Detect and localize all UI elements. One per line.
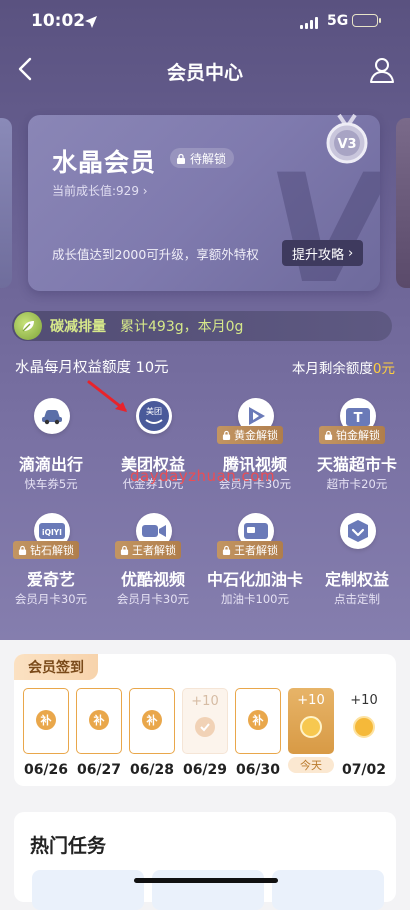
lock-status-label: 待解锁 xyxy=(190,151,227,166)
chevron-right-icon: › xyxy=(142,184,148,198)
benefit-sub: 加油卡100元 xyxy=(221,592,289,606)
benefit-tencent-video[interactable]: 黄金解锁 腾讯视频 会员月卡30元 xyxy=(204,396,306,506)
prev-level-card-peek[interactable] xyxy=(0,118,12,288)
today-label: 今天 xyxy=(288,757,334,773)
home-indicator[interactable] xyxy=(134,878,278,883)
checkin-panel: 会员签到 补 补 补 +10 补 +10 今天 +10 06/26 06/27 … xyxy=(14,654,396,786)
checkin-day: +10 xyxy=(182,688,228,754)
checkin-date: 06/30 xyxy=(235,762,281,778)
hot-tasks-title: 热门任务 xyxy=(30,835,107,857)
coin-icon xyxy=(300,716,322,738)
checkin-points: +10 xyxy=(297,693,325,708)
carbon-label: 碳减排量 xyxy=(50,319,106,335)
lock-icon xyxy=(222,430,231,440)
makeup-coin-icon: 补 xyxy=(89,710,109,730)
next-level-card-peek[interactable] xyxy=(396,118,410,288)
checkin-points: +10 xyxy=(350,693,378,708)
medal-level-text: V3 xyxy=(337,137,356,152)
benefit-name: 爱奇艺 xyxy=(26,570,75,589)
membership-level-title: 水晶会员 xyxy=(52,148,157,177)
benefit-iqiyi[interactable]: iQIYI 钻石解锁 爱奇艺 会员月卡30元 xyxy=(0,511,102,621)
benefit-name: 天猫超市卡 xyxy=(316,455,397,474)
coin-icon xyxy=(353,716,375,738)
benefit-name: 优酷视频 xyxy=(120,570,185,589)
benefit-sinopec[interactable]: 王者解锁 中石化加油卡 加油卡100元 xyxy=(204,511,306,621)
checkin-points: +10 xyxy=(191,694,219,709)
unlock-badge: 铂金解锁 xyxy=(319,426,385,444)
hot-tasks-panel: 热门任务 xyxy=(14,812,396,910)
checkin-date: 06/27 xyxy=(76,762,122,778)
checkin-day-today[interactable]: +10 xyxy=(288,688,334,754)
monthly-quota-title: 水晶每月权益额度 10元 xyxy=(15,360,169,376)
benefit-name: 滴滴出行 xyxy=(18,455,83,474)
custom-benefit-icon xyxy=(340,513,376,549)
benefit-sub: 快车券5元 xyxy=(24,477,78,491)
checkin-day[interactable]: 补 xyxy=(23,688,69,754)
nav-bar: 会员中心 xyxy=(0,48,410,92)
car-icon xyxy=(34,398,70,434)
svg-text:T: T xyxy=(354,411,363,426)
benefit-name: 中石化加油卡 xyxy=(206,570,303,589)
checkin-title: 会员签到 xyxy=(14,654,98,680)
benefit-sub: 会员月卡30元 xyxy=(14,592,88,606)
benefit-sub: 超市卡20元 xyxy=(326,477,388,491)
unlock-badge: 王者解锁 xyxy=(217,541,283,559)
upgrade-note: 成长值达到2000可升级，享额外特权 xyxy=(52,247,259,262)
card-v-watermark: V xyxy=(255,143,380,291)
leaf-icon xyxy=(14,312,42,340)
checkin-date: 06/26 xyxy=(23,762,69,778)
carbon-value: 累计493g，本月0g xyxy=(120,319,244,335)
monthly-quota-row: 水晶每月权益额度 10元 本月剩余额度0元 xyxy=(15,356,395,378)
unlock-badge: 黄金解锁 xyxy=(217,426,283,444)
checkmark-icon xyxy=(195,717,215,737)
lock-icon xyxy=(120,545,129,555)
lock-status-tag: 待解锁 xyxy=(170,148,235,168)
unlock-badge: 王者解锁 xyxy=(115,541,181,559)
red-pointer-arrow-icon xyxy=(87,380,127,412)
carbon-reduction-bar[interactable]: 碳减排量 累计493g，本月0g xyxy=(12,311,392,341)
benefit-custom[interactable]: 定制权益 点击定制 xyxy=(306,511,408,621)
chevron-right-icon: › xyxy=(348,245,354,261)
checkin-day[interactable]: 补 xyxy=(76,688,122,754)
upgrade-strategy-button[interactable]: 提升攻略 › xyxy=(282,240,364,266)
network-type: 5G xyxy=(327,13,349,29)
benefit-tmall[interactable]: T 铂金解锁 天猫超市卡 超市卡20元 xyxy=(306,396,408,506)
remaining-quota: 本月剩余额度0元 xyxy=(291,361,395,377)
checkin-date: 07/02 xyxy=(341,762,387,778)
lock-icon xyxy=(177,153,185,164)
cell-signal-icon xyxy=(300,17,318,29)
benefit-name: 定制权益 xyxy=(324,570,389,589)
page-title: 会员中心 xyxy=(166,62,243,84)
watermark-text: daydayzhuan.com xyxy=(130,467,276,485)
benefit-sub: 会员月卡30元 xyxy=(116,592,190,606)
benefit-youku[interactable]: 王者解锁 优酷视频 会员月卡30元 xyxy=(102,511,204,621)
lock-icon xyxy=(18,545,27,555)
task-card[interactable] xyxy=(32,870,144,910)
checkin-date: 06/29 xyxy=(182,762,228,778)
status-time: 10:02 xyxy=(31,11,86,31)
location-arrow-icon xyxy=(84,14,98,33)
task-card[interactable] xyxy=(272,870,384,910)
svg-text:美团: 美团 xyxy=(146,406,162,416)
makeup-coin-icon: 补 xyxy=(36,710,56,730)
meituan-icon: 美团 xyxy=(136,398,172,434)
makeup-coin-icon: 补 xyxy=(142,710,162,730)
growth-value[interactable]: 当前成长值:929 › xyxy=(52,182,148,199)
benefit-sub: 点击定制 xyxy=(334,592,380,606)
lock-icon xyxy=(324,430,333,440)
makeup-coin-icon: 补 xyxy=(248,710,268,730)
checkin-date: 06/28 xyxy=(129,762,175,778)
profile-icon[interactable] xyxy=(368,56,396,88)
checkin-day[interactable]: 补 xyxy=(235,688,281,754)
task-card[interactable] xyxy=(152,870,264,910)
unlock-badge: 钻石解锁 xyxy=(13,541,79,559)
checkin-day: +10 xyxy=(341,688,387,754)
level-medal-icon: V3 xyxy=(326,113,368,164)
battery-icon xyxy=(352,14,381,27)
lock-icon xyxy=(222,545,231,555)
svg-text:iQIYI: iQIYI xyxy=(42,528,62,537)
status-bar: 10:02 5G xyxy=(0,0,410,44)
checkin-day[interactable]: 补 xyxy=(129,688,175,754)
